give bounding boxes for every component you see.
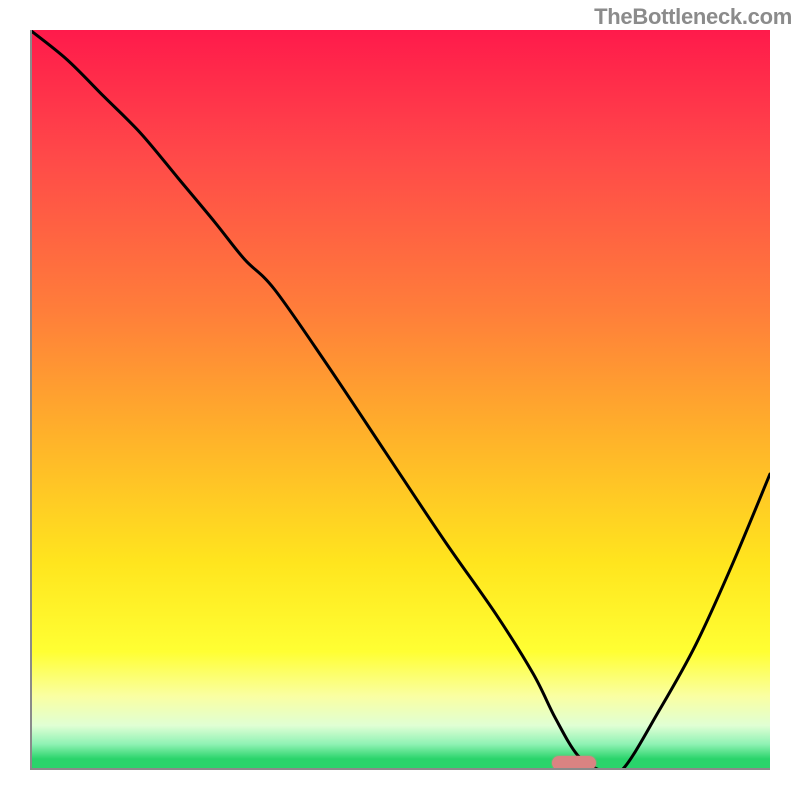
bottleneck-curve (30, 30, 770, 770)
curve-overlay (30, 30, 770, 770)
watermark: TheBottleneck.com (594, 4, 792, 30)
x-axis (30, 768, 770, 770)
y-axis (30, 30, 32, 770)
chart-container: TheBottleneck.com (0, 0, 800, 800)
plot-area (30, 30, 770, 770)
